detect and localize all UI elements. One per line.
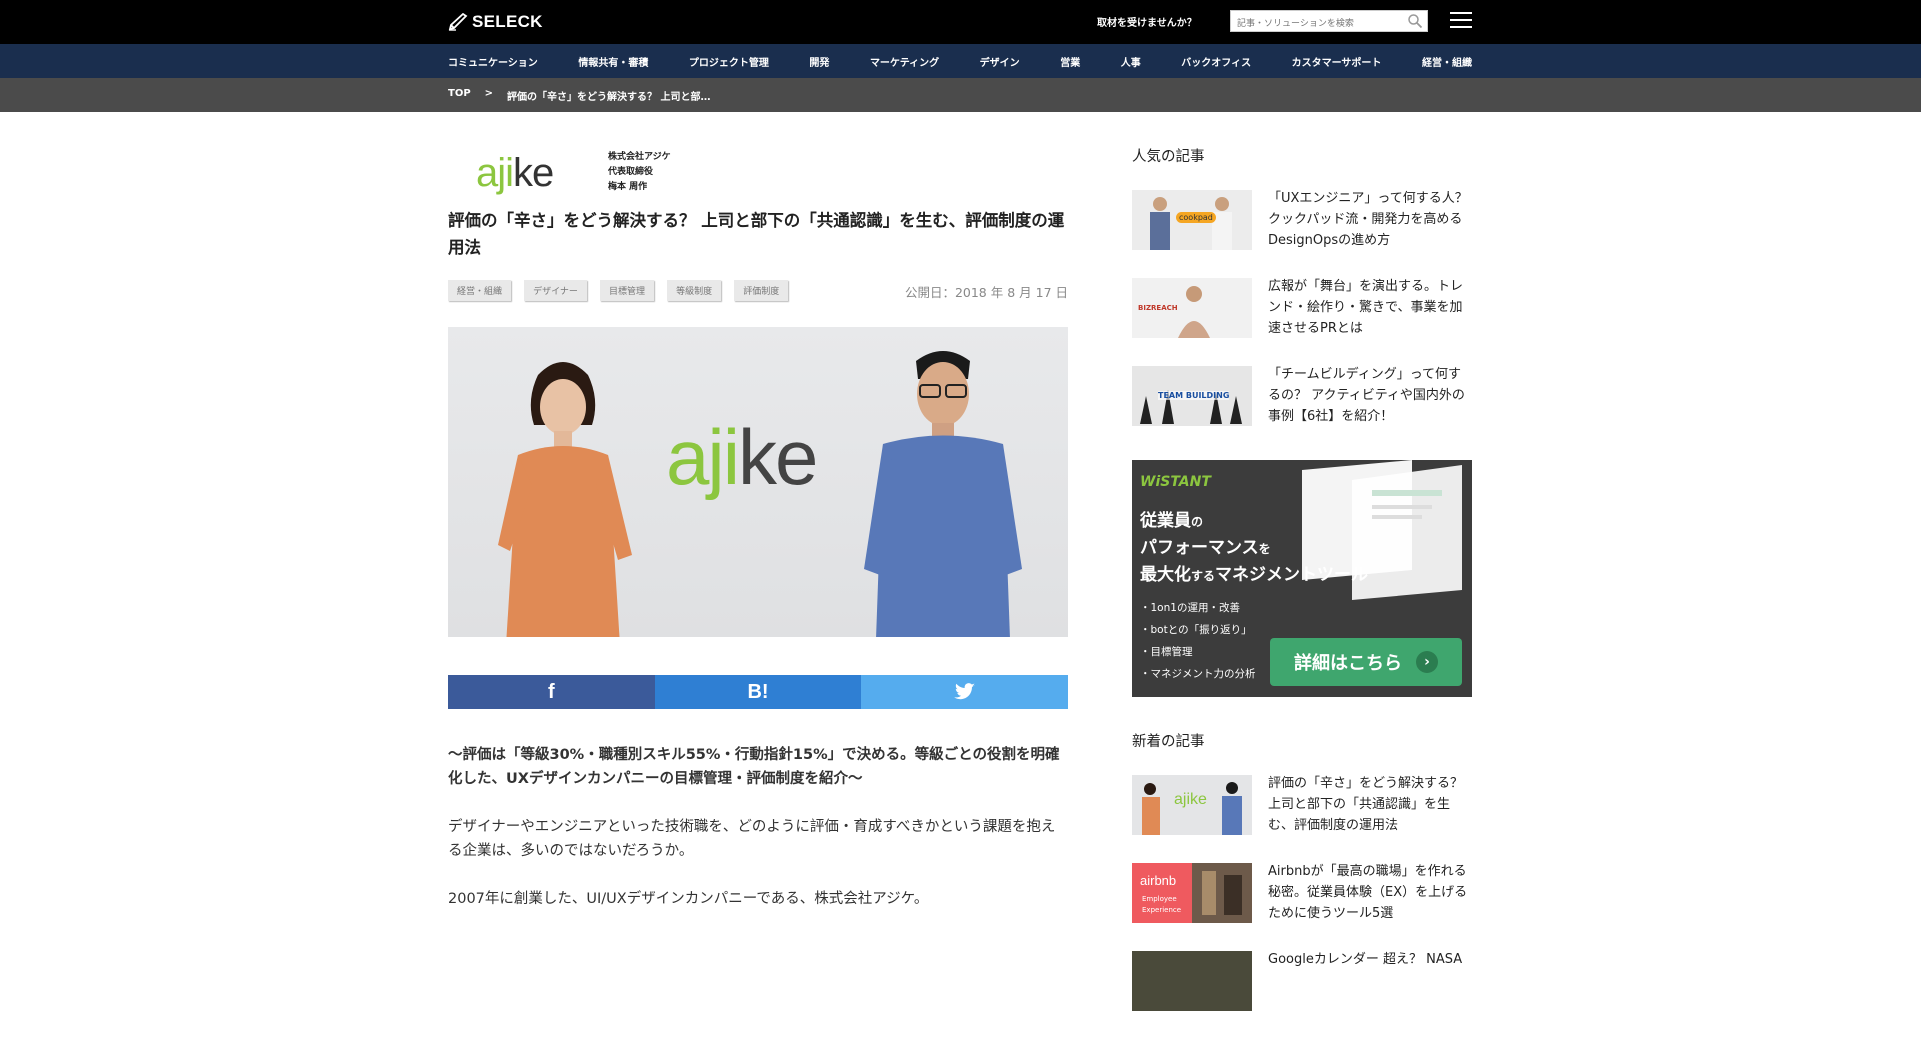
new-heading: 新着の記事 [1132, 734, 1205, 750]
article-thumbnail[interactable] [1132, 951, 1252, 1011]
facebook-share-button[interactable]: f [448, 675, 655, 709]
category-item[interactable]: 経営・組織 [1422, 54, 1472, 69]
thumbnail-office-figure [1192, 863, 1252, 923]
list-item[interactable]: airbnb Employee Experience Airbnbが「最高の職場… [1132, 863, 1472, 923]
article-paragraph: デザイナーやエンジニアといった技術職を、どのように評価・育成すべきかという課題を… [448, 819, 1056, 859]
article-thumbnail[interactable]: airbnb Employee Experience [1132, 863, 1252, 923]
breadcrumb-current: 評価の「辛さ」をどう解決する？ 上司と部… [507, 92, 711, 103]
thumbnail-label: TEAM BUILDING [1158, 391, 1230, 400]
tag[interactable]: 経営・組織 [448, 280, 512, 301]
list-item[interactable]: Googleカレンダー 超え？ NASA [1132, 951, 1472, 1011]
list-item[interactable]: cookpad 「UXエンジニア」って何する人？ クックパッド流・開発力を高める… [1132, 190, 1472, 250]
hatena-share-button[interactable]: B! [654, 675, 862, 709]
thumbnail-sub-label: Employee [1142, 895, 1177, 903]
article-paragraph: 2007年に創業した、UI/UXデザインカンパニーである、株式会社アジケ。 [448, 891, 929, 907]
thumbnail-label: BIZREACH [1138, 304, 1178, 312]
chevron-right-icon: › [1416, 651, 1438, 673]
article-thumbnail[interactable]: cookpad [1132, 190, 1252, 250]
category-item[interactable]: 営業 [1060, 54, 1080, 69]
list-item[interactable]: BIZREACH 広報が「舞台」を演出する。トレンド・絵作り・驚きで、事業を加速… [1132, 278, 1472, 338]
search-input[interactable] [1231, 14, 1407, 34]
popular-articles: 人気の記事 cookpad 「UXエンジニア」って何する人？ クックパッド流・開… [1132, 145, 1472, 454]
breadcrumb-separator: > [484, 88, 494, 99]
breadcrumb-bar: TOP > 評価の「辛さ」をどう解決する？ 上司と部… [0, 78, 1921, 112]
search-box [1230, 10, 1428, 34]
article-link[interactable]: 「UXエンジニア」って何する人？ クックパッド流・開発力を高めるDesignOp… [1268, 188, 1472, 251]
popular-heading: 人気の記事 [1132, 149, 1205, 165]
pen-icon [448, 13, 468, 31]
list-item[interactable]: TEAM BUILDING 「チームビルディング」って何するの？ アクティビティ… [1132, 366, 1472, 426]
hero-logo: ajike [666, 413, 818, 501]
ad-cta-button[interactable]: 詳細はこちら › [1270, 638, 1462, 686]
category-item[interactable]: マーケティング [870, 54, 939, 69]
tag[interactable]: 評価制度 [734, 280, 789, 301]
category-item[interactable]: プロジェクト管理 [689, 54, 769, 69]
article-thumbnail[interactable]: TEAM BUILDING [1132, 366, 1252, 426]
twitter-icon [953, 683, 975, 700]
logo-text: SELECK [472, 12, 543, 31]
hatena-icon: B! [747, 680, 769, 703]
category-item[interactable]: 情報共有・審積 [578, 54, 648, 69]
ad-headline: 従業員の パフォーマンスを 最大化するマネジメントツール [1140, 511, 1369, 585]
menu-icon[interactable] [1450, 12, 1472, 30]
publish-date: 公開日：2018 年 8 月 17 日 [904, 285, 1068, 300]
article: ajike 株式会社アジケ 代表取締役 梅本 周作 評価の「辛さ」をどう解決する… [448, 145, 1069, 926]
article-link[interactable]: 「チームビルディング」って何するの？ アクティビティや国内外の事例【6社】を紹介… [1268, 364, 1472, 427]
company-name: 株式会社アジケ [608, 152, 671, 162]
share-bar: f B! [448, 675, 1069, 709]
thumbnail-sub-label: Experience [1142, 906, 1182, 914]
new-articles: 新着の記事 ajike 評価の「辛さ」をどう解決する？ 上司と部下の「共通認識」… [1132, 730, 1472, 1039]
thumbnail-label: cookpad [1176, 212, 1216, 223]
breadcrumb: TOP > 評価の「辛さ」をどう解決する？ 上司と部… [448, 88, 711, 103]
category-item[interactable]: 開発 [809, 54, 829, 69]
category-item[interactable]: 人事 [1121, 54, 1141, 69]
list-item[interactable]: ajike 評価の「辛さ」をどう解決する？ 上司と部下の「共通認識」を生む、評価… [1132, 775, 1472, 835]
facebook-icon: f [548, 680, 555, 703]
breadcrumb-top[interactable]: TOP [448, 88, 471, 103]
article-thumbnail[interactable]: BIZREACH [1132, 278, 1252, 338]
article-link[interactable]: 評価の「辛さ」をどう解決する？ 上司と部下の「共通認識」を生む、評価制度の運用法 [1268, 773, 1472, 836]
tag[interactable]: 等級制度 [667, 280, 722, 301]
search-icon[interactable] [1407, 13, 1423, 29]
tag[interactable]: 目標管理 [600, 280, 655, 301]
thumbnail-label: airbnb [1140, 873, 1177, 888]
twitter-share-button[interactable] [861, 675, 1069, 709]
person-left-figure [498, 362, 632, 637]
article-title: 評価の「辛さ」をどう解決する？ 上司と部下の「共通認識」を生む、評価制度の運用法 [448, 211, 1065, 257]
tag-list: 経営・組織 デザイナー 目標管理 等級制度 評価制度 公開日：2018 年 8 … [448, 279, 1068, 303]
article-thumbnail[interactable]: ajike [1132, 775, 1252, 835]
company-person: 梅本 周作 [608, 182, 648, 192]
company-info: ajike 株式会社アジケ 代表取締役 梅本 周作 [448, 145, 1068, 193]
company-text: 株式会社アジケ 代表取締役 梅本 周作 [608, 150, 671, 195]
category-item[interactable]: カスタマーサポート [1292, 54, 1382, 69]
hero-image: ajike [448, 327, 1068, 637]
category-item[interactable]: コミュニケーション [448, 54, 538, 69]
article-lead: 〜評価は「等級30%・職種別スキル55%・行動指針15%」で決める。等級ごとの役… [448, 747, 1060, 787]
article-link[interactable]: Googleカレンダー 超え？ NASA [1268, 949, 1472, 970]
article-link[interactable]: 広報が「舞台」を演出する。トレンド・絵作り・驚きで、事業を加速させるPRとは [1268, 276, 1472, 339]
category-item[interactable]: バックオフィス [1181, 54, 1251, 69]
category-nav: コミュニケーション 情報共有・審積 プロジェクト管理 開発 マーケティング デザ… [0, 44, 1921, 78]
top-bar: SELECK 取材を受けませんか？ [0, 0, 1921, 44]
thumbnail-label: ajike [1174, 791, 1207, 808]
tag[interactable]: デザイナー [524, 280, 587, 301]
company-logo[interactable]: ajike [476, 153, 554, 193]
popular-list: cookpad 「UXエンジニア」って何する人？ クックパッド流・開発力を高める… [1132, 190, 1472, 426]
ad-bullets: ・1on1の運用・改善 ・botとの「振り返り」 ・目標管理 ・マネジメント力の… [1140, 602, 1256, 680]
interview-link[interactable]: 取材を受けませんか？ [1097, 14, 1197, 29]
category-item[interactable]: デザイン [980, 54, 1020, 69]
site-logo[interactable]: SELECK [448, 12, 543, 32]
ad-brand: WiSTANT [1140, 474, 1211, 490]
ad-banner[interactable]: WiSTANT 従業員の パフォーマンスを 最大化するマネジメントツール ・1o… [1132, 460, 1472, 697]
person-right-figure [864, 351, 1022, 637]
new-list: ajike 評価の「辛さ」をどう解決する？ 上司と部下の「共通認識」を生む、評価… [1132, 775, 1472, 1011]
article-link[interactable]: Airbnbが「最高の職場」を作れる秘密。従業員体験（EX）を上げるために使うツ… [1268, 861, 1472, 924]
company-role: 代表取締役 [608, 167, 654, 177]
